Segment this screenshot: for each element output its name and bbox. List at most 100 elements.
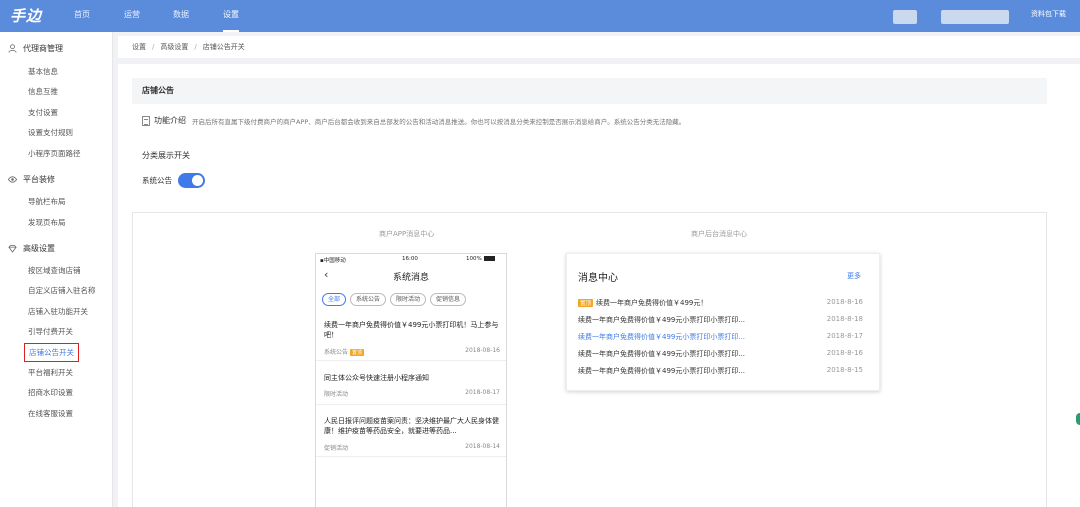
message-row[interactable]: 续费一年商户免费得价值￥499元小票打印小票打印... 2018-8-18	[578, 315, 863, 325]
download-link[interactable]: 资料包下载	[1031, 0, 1066, 29]
pin-badge: 置顶	[578, 299, 594, 307]
sidebar: 代理商管理 基本信息 信息互推 支付设置 设置支付规则 小程序页面路径 平台装修…	[0, 32, 113, 507]
switch-section-title: 分类展示开关	[142, 151, 190, 160]
sidebar-item-region-query[interactable]: 按区域查询店铺	[28, 265, 81, 276]
nav-home[interactable]: 首页	[74, 0, 90, 32]
user-icon	[8, 44, 17, 53]
sidebar-item-paid-guide-switch[interactable]: 引导付费开关	[28, 326, 73, 337]
eye-icon	[8, 176, 17, 183]
battery-icon	[483, 256, 495, 261]
nav-operations[interactable]: 运营	[124, 0, 140, 32]
account-name[interactable]	[941, 10, 1009, 24]
list-item[interactable]: 续费一年商户免费得价值￥499元小票打印机！马上参与吧！ 系统公告 置顶 2018…	[324, 320, 500, 356]
message-date: 2018-8-16	[826, 298, 863, 306]
chip-promo[interactable]: 促销信息	[430, 293, 467, 306]
sidebar-item-nav-layout[interactable]: 导航栏布局	[28, 196, 66, 207]
category-chips: 全部 系统公告 限时活动 促销信息	[322, 293, 470, 306]
more-link[interactable]: 更多	[847, 271, 861, 281]
message-row[interactable]: 续费一年商户免费得价值￥499元小票打印小票打印... 2018-8-17	[578, 332, 863, 342]
message-text: 续费一年商户免费得价值￥499元小票打印小票打印...	[578, 350, 746, 358]
sidebar-item-discover-layout[interactable]: 发现页布局	[28, 217, 66, 228]
switch-row: 系统公告	[142, 173, 205, 188]
avatar[interactable]	[893, 10, 917, 24]
sidebar-group-decoration[interactable]: 平台装修	[8, 174, 55, 185]
sidebar-item-shop-entry-switch[interactable]: 店铺入驻功能开关	[28, 306, 88, 317]
feature-intro: 功能介绍 开启后所有直属下级付费商户的商户APP、商户后台都会收到来自总部发的公…	[142, 115, 685, 126]
phone-mockup: ▪中国移动 16:00 100% ‹ 系统消息 全部 系统公告 限时活动 促销信…	[315, 253, 507, 507]
breadcrumb-settings[interactable]: 设置	[132, 42, 146, 52]
message-text: 续费一年商户免费得价值￥499元小票打印小票打印...	[578, 333, 746, 341]
message-text: 续费一年商户免费得价值￥499元小票打印小票打印...	[578, 367, 746, 375]
message-center-card: 消息中心 更多 置顶 续费一年商户免费得价值￥499元！ 2018-8-16 续费…	[566, 253, 880, 391]
intro-text: 开启后所有直属下级付费商户的商户APP、商户后台都会收到来自总部发的公告和活动消…	[192, 117, 686, 126]
nav-data[interactable]: 数据	[173, 0, 189, 32]
admin-preview-label: 商户后台消息中心	[691, 230, 747, 238]
sidebar-item-welfare-switch[interactable]: 平台福利开关	[28, 367, 73, 378]
diamond-icon	[8, 244, 17, 253]
sidebar-item-shop-notice-switch[interactable]: 店铺公告开关	[24, 343, 79, 362]
message-text: 续费一年商户免费得价值￥499元小票打印小票打印...	[578, 316, 746, 324]
pin-tag: 置顶	[350, 349, 365, 356]
intro-title: 功能介绍	[154, 116, 186, 125]
battery-level: 100%	[466, 256, 495, 262]
chip-all[interactable]: 全部	[322, 293, 347, 306]
sidebar-item-basic-info[interactable]: 基本信息	[28, 66, 58, 77]
sidebar-item-payment[interactable]: 支付设置	[28, 107, 58, 118]
carrier: ▪中国移动	[320, 256, 346, 264]
divider	[316, 456, 506, 457]
preview-panel: 商户APP消息中心 商户后台消息中心 ▪中国移动 16:00 100% ‹ 系统…	[132, 212, 1047, 507]
nav-settings[interactable]: 设置	[223, 0, 239, 32]
chip-system[interactable]: 系统公告	[350, 293, 387, 306]
sidebar-item-payment-rules[interactable]: 设置支付规则	[28, 127, 73, 138]
breadcrumb-separator: /	[152, 43, 155, 51]
item-category: 系统公告	[324, 349, 349, 356]
breadcrumb-separator: /	[194, 43, 197, 51]
system-notice-toggle[interactable]	[178, 173, 205, 188]
floating-help-tab[interactable]	[1076, 413, 1080, 425]
phone-status-bar: ▪中国移动 16:00 100%	[316, 256, 506, 266]
item-date: 2018-08-14	[465, 443, 500, 450]
message-row[interactable]: 续费一年商户免费得价值￥499元小票打印小票打印... 2018-8-16	[578, 349, 863, 359]
item-date: 2018-08-16	[465, 347, 500, 354]
divider	[316, 404, 506, 405]
document-icon	[142, 115, 150, 126]
section-title: 店铺公告	[132, 78, 1047, 104]
sidebar-group-label: 高级设置	[23, 244, 55, 253]
chip-limited[interactable]: 限时活动	[390, 293, 427, 306]
breadcrumb-current: 店铺公告开关	[202, 43, 245, 51]
sidebar-item-watermark[interactable]: 招商水印设置	[28, 387, 73, 398]
brand-logo[interactable]: 手边	[10, 5, 42, 26]
sidebar-item-online-service[interactable]: 在线客服设置	[28, 408, 73, 419]
message-date: 2018-8-17	[826, 332, 863, 340]
sidebar-item-info-push[interactable]: 信息互推	[28, 86, 58, 97]
breadcrumb-advanced[interactable]: 高级设置	[160, 42, 188, 52]
main-content: 店铺公告 功能介绍 开启后所有直属下级付费商户的商户APP、商户后台都会收到来自…	[118, 64, 1080, 507]
carrier-name: 中国移动	[323, 258, 346, 264]
item-title: 人民日报评问题疫苗案问责：坚决维护最广大人民身体健康！维护疫苗等药品安全，就要进…	[324, 417, 499, 435]
toggle-knob	[192, 175, 203, 186]
top-nav-bar: 手边 首页 运营 数据 设置 资料包下载	[0, 0, 1080, 32]
message-date: 2018-8-18	[826, 315, 863, 323]
sidebar-group-label: 平台装修	[23, 175, 55, 184]
app-preview-label: 商户APP消息中心	[379, 230, 435, 238]
sidebar-group-agent[interactable]: 代理商管理	[8, 43, 63, 54]
sidebar-group-label: 代理商管理	[23, 44, 63, 53]
list-item[interactable]: 人民日报评问题疫苗案问责：坚决维护最广大人民身体健康！维护疫苗等药品安全，就要进…	[324, 416, 500, 452]
item-date: 2018-08-17	[465, 389, 500, 396]
divider	[316, 360, 506, 361]
message-date: 2018-8-16	[826, 349, 863, 357]
item-category: 促销活动	[324, 445, 349, 452]
phone-page-title: 系统消息	[392, 273, 429, 283]
sidebar-item-mini-program-path[interactable]: 小程序页面路径	[28, 148, 81, 159]
message-row[interactable]: 置顶 续费一年商户免费得价值￥499元！ 2018-8-16	[578, 298, 863, 308]
item-category: 限时活动	[324, 391, 349, 398]
item-meta: 限时活动 2018-08-17	[324, 389, 500, 398]
message-text: 续费一年商户免费得价值￥499元！	[596, 299, 708, 307]
battery-text: 100%	[466, 256, 482, 262]
switch-label: 系统公告	[142, 176, 172, 185]
sidebar-group-advanced[interactable]: 高级设置	[8, 243, 55, 254]
message-center-title: 消息中心	[578, 273, 618, 284]
sidebar-item-custom-shop-name[interactable]: 自定义店铺入驻名称	[28, 285, 96, 296]
message-row[interactable]: 续费一年商户免费得价值￥499元小票打印小票打印... 2018-8-15	[578, 366, 863, 376]
list-item[interactable]: 同主体公众号快速注册小程序通知 限时活动 2018-08-17	[324, 373, 500, 398]
